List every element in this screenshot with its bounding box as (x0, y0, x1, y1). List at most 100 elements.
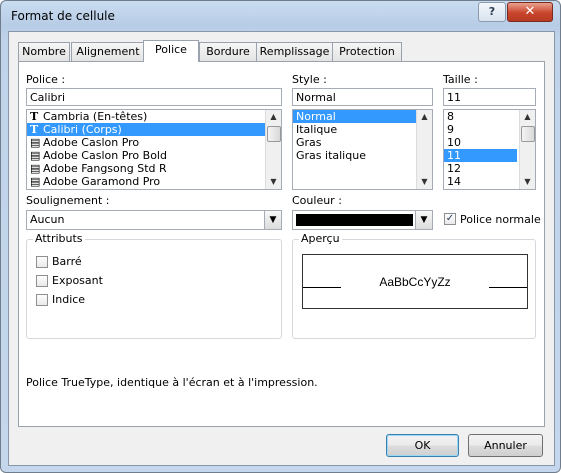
color-label: Couleur : (292, 194, 342, 207)
truetype-icon: T (30, 110, 39, 123)
tab-protection[interactable]: Protection (332, 42, 402, 61)
opentype-icon: ▤ (30, 162, 41, 175)
help-button[interactable]: ? (478, 2, 506, 22)
tab-page-police: Police : Calibri T Cambria (En-têtes) T Ca… (18, 61, 545, 427)
tab-police[interactable]: Police (143, 40, 199, 62)
preview-box: AaBbCcYyZz (302, 254, 528, 309)
list-item[interactable]: Normal (293, 110, 417, 123)
normal-font-label: Police normale (460, 213, 541, 226)
font-list[interactable]: T Cambria (En-têtes) T Calibri (Corps) ▤ Ad… (26, 109, 282, 190)
cancel-button[interactable]: Annuler (468, 434, 543, 457)
scroll-thumb[interactable] (521, 126, 535, 142)
tab-alignement[interactable]: Alignement (71, 42, 145, 61)
scroll-down-icon[interactable]: ▼ (417, 175, 432, 189)
scroll-thumb[interactable] (267, 126, 281, 142)
list-item-label: Adobe Caslon Pro (43, 136, 140, 149)
format-cells-dialog: Format de cellule ? ✕ Nombre Alignement … (0, 0, 561, 473)
opentype-icon: ▤ (30, 175, 41, 188)
underline-select[interactable]: Aucun ▼ (26, 210, 282, 230)
underline-label: Soulignement : (26, 194, 110, 207)
font-label: Police : (26, 73, 66, 86)
font-description: Police TrueType, identique à l'écran et … (26, 376, 318, 389)
style-list[interactable]: Normal Italique Gras Gras italique ▲ ▼ (292, 109, 433, 190)
style-list-scrollbar[interactable]: ▲ ▼ (416, 110, 432, 189)
font-input[interactable]: Calibri (26, 88, 282, 106)
chevron-down-icon[interactable]: ▼ (415, 211, 432, 229)
opentype-icon: ▤ (30, 136, 41, 149)
truetype-icon: T (30, 123, 39, 136)
color-swatch (296, 214, 413, 226)
scroll-up-icon[interactable]: ▲ (266, 110, 281, 124)
size-list-scrollbar[interactable]: ▲ ▼ (519, 110, 535, 189)
list-item-label: 12 (447, 162, 461, 175)
attributes-group: Attributs Barré Exposant Indice (26, 232, 282, 339)
list-item-label: Adobe Garamond Pro (43, 175, 161, 188)
list-item-label: Cambria (En-têtes) (43, 110, 148, 123)
underline-value: Aucun (30, 213, 65, 226)
list-item[interactable]: T Calibri (Corps) (27, 123, 281, 136)
font-list-scrollbar[interactable]: ▲ ▼ (265, 110, 281, 189)
list-item[interactable]: ▤ Adobe Caslon Pro (27, 136, 281, 149)
list-item-label: 8 (447, 110, 454, 123)
superscript-label: Exposant (52, 274, 103, 287)
tab-label: Police (155, 43, 187, 56)
preview-sample: AaBbCcYyZz (379, 275, 451, 289)
list-item-label: Adobe Caslon Pro Bold (43, 149, 167, 162)
size-list[interactable]: 8 9 10 11 12 14 ▲ ▼ (443, 109, 536, 190)
title-bar[interactable]: Format de cellule ? ✕ (1, 1, 560, 31)
tab-remplissage[interactable]: Remplissage (256, 42, 333, 61)
tab-label: Alignement (76, 45, 140, 58)
list-item-label: Calibri (Corps) (43, 123, 122, 136)
preview-group: Aperçu AaBbCcYyZz (292, 232, 536, 339)
list-item-label: 9 (447, 123, 454, 136)
style-label: Style : (292, 73, 327, 86)
tab-label: Protection (339, 45, 395, 58)
superscript-checkbox[interactable] (36, 275, 48, 287)
close-icon: ✕ (524, 4, 536, 19)
list-item-label: Gras italique (296, 149, 366, 162)
list-item[interactable]: Gras (293, 136, 432, 149)
list-item-label: Adobe Fangsong Std R (43, 162, 167, 175)
list-item-label: Italique (296, 123, 338, 136)
tab-label: Bordure (206, 45, 250, 58)
chevron-down-icon[interactable]: ▼ (264, 211, 281, 229)
close-button[interactable]: ✕ (507, 2, 553, 22)
list-item[interactable]: Gras italique (293, 149, 432, 162)
list-item[interactable]: 11 (444, 149, 517, 162)
tab-label: Remplissage (259, 45, 330, 58)
list-item-label: 10 (447, 136, 461, 149)
list-item[interactable]: ▤ Adobe Garamond Pro (27, 175, 281, 188)
opentype-icon: ▤ (30, 149, 41, 162)
list-item-label: Normal (296, 110, 336, 123)
strikethrough-checkbox[interactable] (36, 256, 48, 268)
help-icon: ? (488, 5, 496, 18)
scroll-down-icon[interactable]: ▼ (266, 175, 281, 189)
size-label: Taille : (443, 73, 478, 86)
color-select[interactable]: ▼ (292, 210, 433, 230)
list-item[interactable]: Italique (293, 123, 432, 136)
subscript-label: Indice (52, 293, 86, 306)
list-item-label: 14 (447, 175, 461, 188)
scroll-up-icon[interactable]: ▲ (417, 110, 432, 124)
scroll-down-icon[interactable]: ▼ (520, 175, 535, 189)
dialog-title: Format de cellule (11, 9, 115, 23)
dialog-body: Nombre Alignement Police Bordure Remplis… (8, 31, 555, 466)
size-input[interactable]: 11 (443, 88, 536, 106)
list-item-label: 11 (447, 149, 461, 162)
tab-nombre[interactable]: Nombre (18, 42, 70, 61)
tab-bordure[interactable]: Bordure (199, 42, 257, 61)
attributes-title: Attributs (33, 232, 85, 245)
subscript-checkbox[interactable] (36, 294, 48, 306)
scroll-up-icon[interactable]: ▲ (520, 110, 535, 124)
list-item[interactable]: T Cambria (En-têtes) (27, 110, 281, 123)
list-item[interactable]: ▤ Adobe Fangsong Std R (27, 162, 281, 175)
list-item[interactable]: ▤ Adobe Caslon Pro Bold (27, 149, 281, 162)
ok-button[interactable]: OK (386, 434, 459, 457)
preview-title: Aperçu (299, 232, 342, 245)
tab-label: Nombre (22, 45, 66, 58)
strikethrough-label: Barré (52, 255, 82, 268)
list-item-label: Gras (296, 136, 322, 149)
style-input[interactable]: Normal (292, 88, 433, 106)
checkmark-icon: ✓ (445, 213, 455, 224)
normal-font-checkbox[interactable]: ✓ (444, 213, 456, 225)
